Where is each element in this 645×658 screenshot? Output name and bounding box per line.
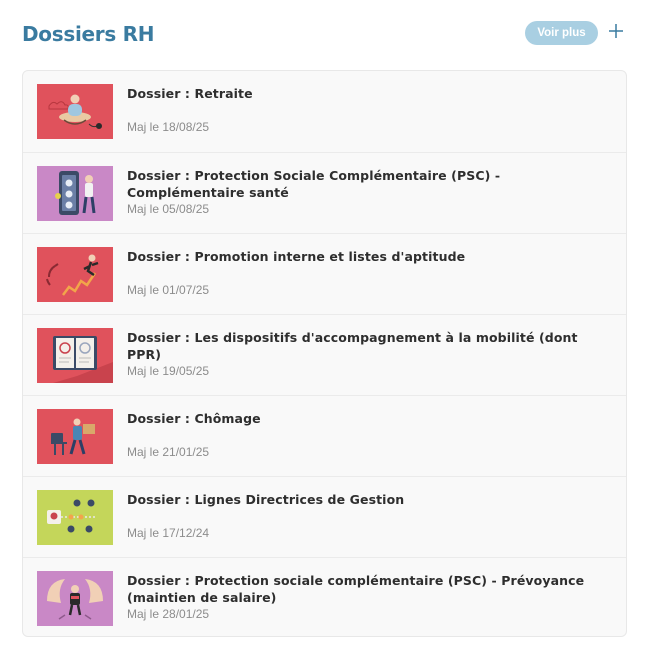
dossier-date: Maj le 19/05/25 bbox=[127, 364, 210, 378]
section-header: Dossiers RH Voir plus bbox=[22, 20, 627, 50]
dossier-list: Dossier : Retraite Maj le 18/08/25 Dossi… bbox=[22, 70, 627, 637]
mobilite-illustration bbox=[37, 328, 113, 383]
prevoyance-illustration bbox=[37, 571, 113, 626]
retraite-illustration bbox=[37, 84, 113, 139]
dossier-date: Maj le 28/01/25 bbox=[127, 607, 210, 621]
promotion-illustration bbox=[37, 247, 113, 302]
plus-icon[interactable] bbox=[606, 20, 626, 42]
dossier-title[interactable]: Dossier : Retraite bbox=[127, 85, 615, 102]
dossier-item-mobilite[interactable]: Dossier : Les dispositifs d'accompagneme… bbox=[23, 314, 626, 395]
dossier-date: Maj le 05/08/25 bbox=[127, 202, 210, 216]
dossier-title[interactable]: Dossier : Lignes Directrices de Gestion bbox=[127, 491, 615, 508]
dossier-date: Maj le 17/12/24 bbox=[127, 526, 210, 540]
dossier-title[interactable]: Dossier : Protection Sociale Complémenta… bbox=[127, 167, 615, 201]
dossier-item-retraite[interactable]: Dossier : Retraite Maj le 18/08/25 bbox=[23, 71, 626, 152]
dossier-title[interactable]: Dossier : Protection sociale complémenta… bbox=[127, 572, 615, 606]
dossier-date: Maj le 21/01/25 bbox=[127, 445, 210, 459]
voir-plus-button[interactable]: Voir plus bbox=[525, 21, 598, 45]
dossier-item-prevoyance[interactable]: Dossier : Protection sociale complémenta… bbox=[23, 557, 626, 636]
dossier-title[interactable]: Dossier : Les dispositifs d'accompagneme… bbox=[127, 329, 615, 363]
dossier-item-psc-sante[interactable]: Dossier : Protection Sociale Complémenta… bbox=[23, 152, 626, 233]
dossier-title[interactable]: Dossier : Chômage bbox=[127, 410, 615, 427]
dossier-date: Maj le 01/07/25 bbox=[127, 283, 210, 297]
dossier-item-chomage[interactable]: Dossier : Chômage Maj le 21/01/25 bbox=[23, 395, 626, 476]
ldg-illustration bbox=[37, 490, 113, 545]
dossier-item-ldg[interactable]: Dossier : Lignes Directrices de Gestion … bbox=[23, 476, 626, 557]
dossier-date: Maj le 18/08/25 bbox=[127, 120, 210, 134]
dossier-title[interactable]: Dossier : Promotion interne et listes d'… bbox=[127, 248, 615, 265]
dossier-item-promotion[interactable]: Dossier : Promotion interne et listes d'… bbox=[23, 233, 626, 314]
section-title: Dossiers RH bbox=[22, 22, 155, 46]
chomage-illustration bbox=[37, 409, 113, 464]
psc-sante-illustration bbox=[37, 166, 113, 221]
